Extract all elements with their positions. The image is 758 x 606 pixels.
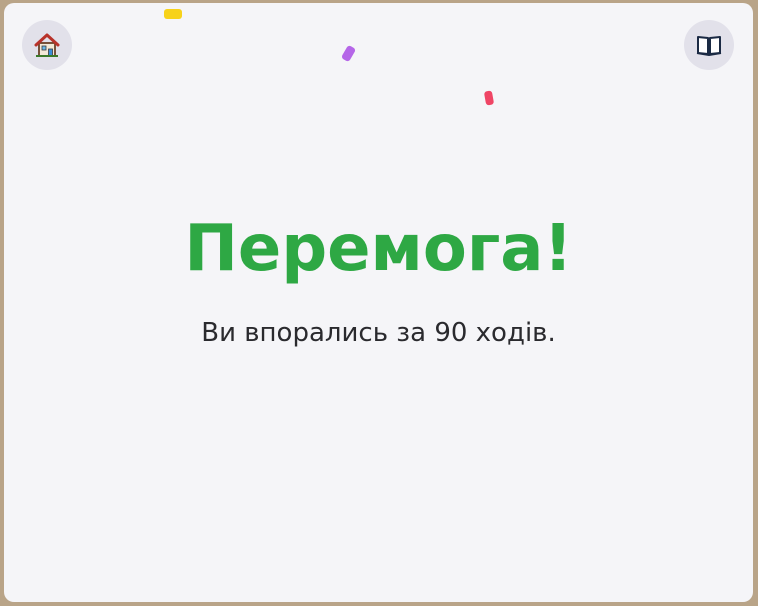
home-button[interactable]	[22, 20, 72, 70]
home-icon	[33, 31, 61, 59]
confetti-piece	[483, 90, 495, 106]
victory-screen: Перемога! Ви впорались за 90 ходів.	[4, 3, 753, 602]
confetti-piece	[164, 9, 182, 19]
victory-title: Перемога!	[184, 212, 573, 286]
confetti-piece	[340, 44, 357, 63]
rules-button[interactable]	[684, 20, 734, 70]
moves-summary: Ви впорались за 90 ходів.	[201, 318, 556, 348]
open-book-icon	[695, 31, 723, 59]
